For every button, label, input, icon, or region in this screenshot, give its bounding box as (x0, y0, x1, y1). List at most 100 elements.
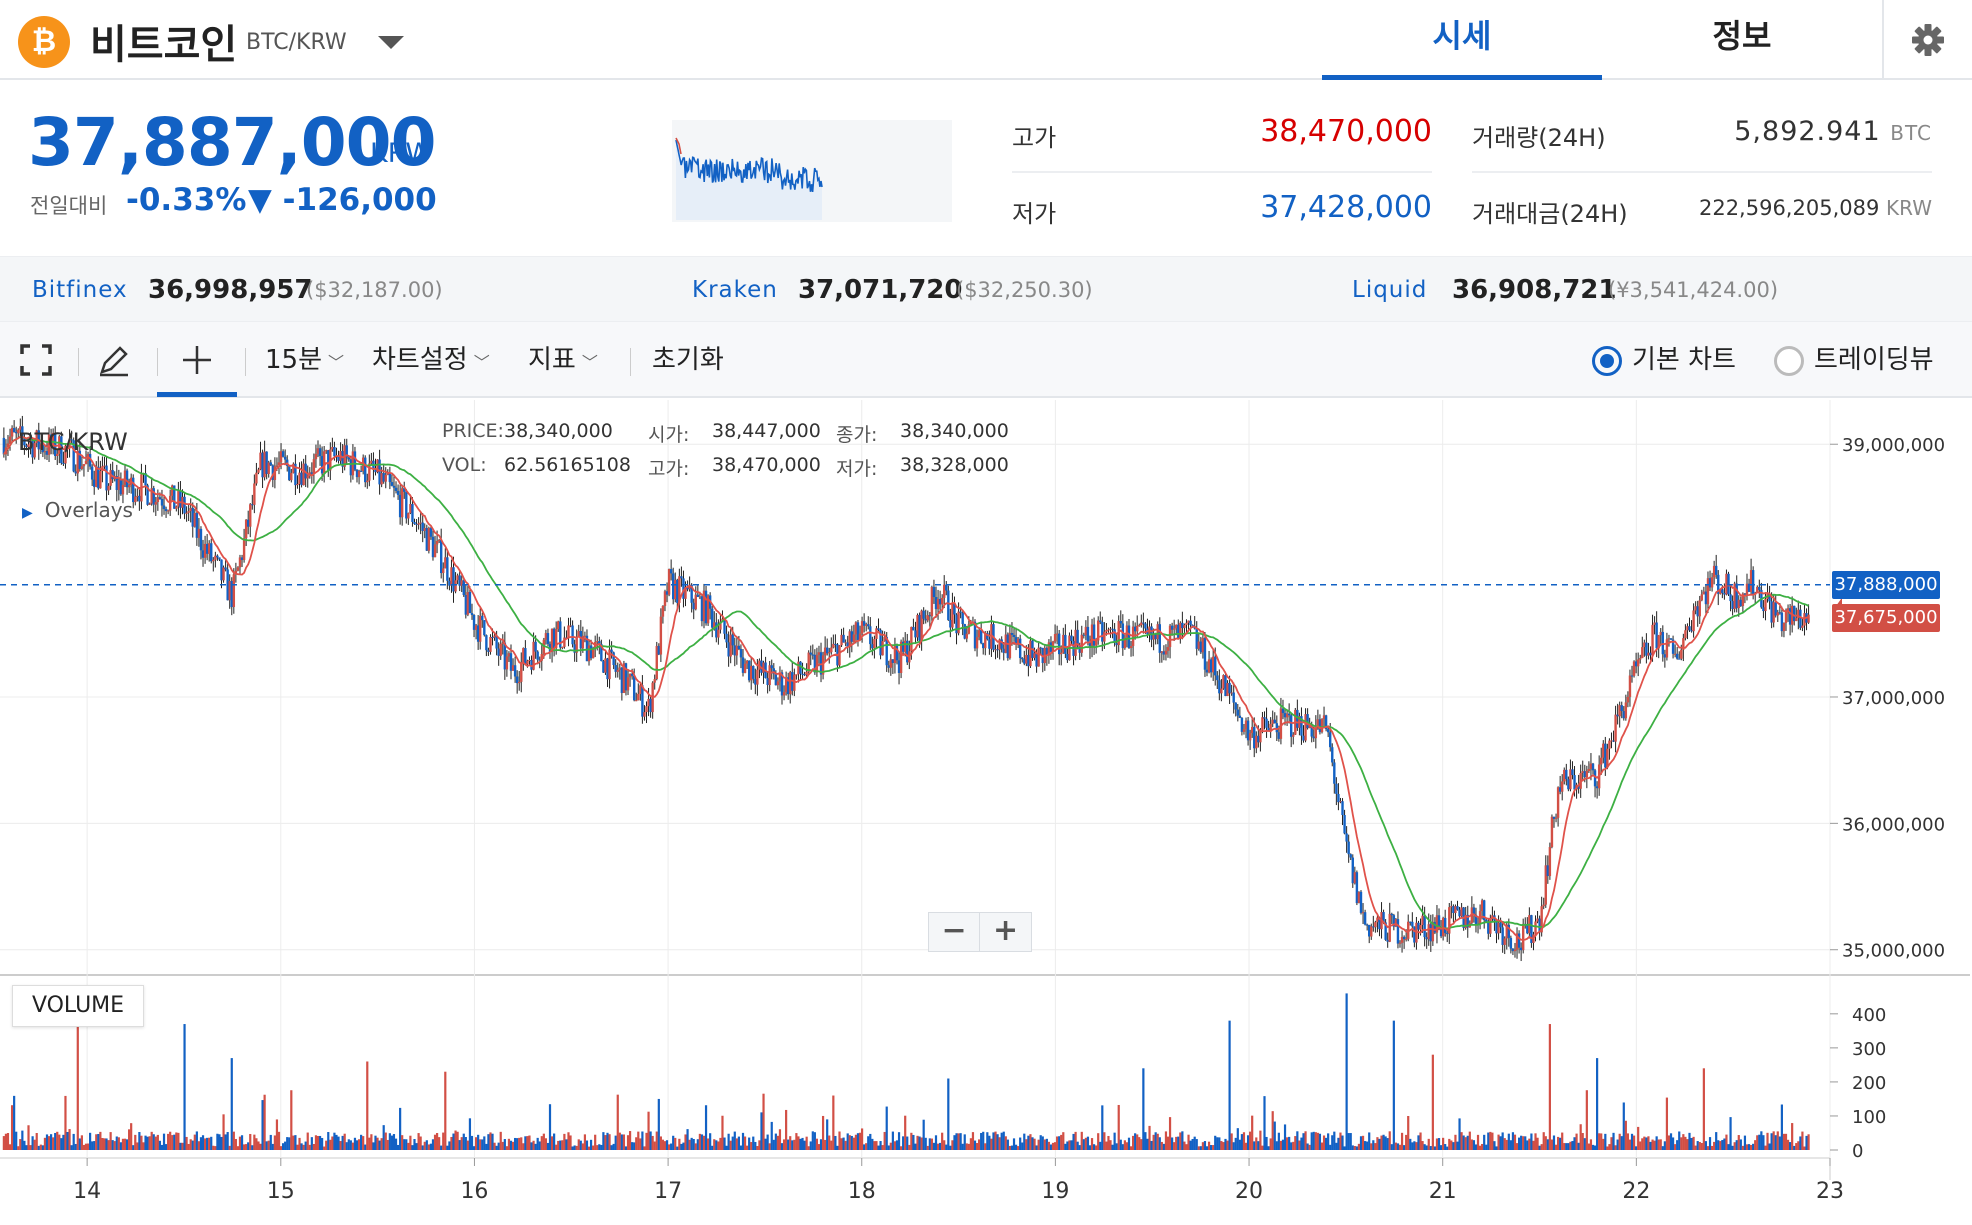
volume-bar (1324, 1137, 1328, 1150)
candle-body (1318, 719, 1322, 733)
candle-body (616, 669, 619, 672)
candle-body (552, 628, 556, 649)
volume-bar (926, 1145, 929, 1150)
volume-bar (587, 1146, 591, 1150)
volume-bar (1008, 1145, 1012, 1150)
candle-body (1312, 736, 1315, 739)
volume-bar (1066, 1141, 1069, 1150)
volume-24h: 5,892.941 BTC (1640, 116, 1932, 147)
tab-quote[interactable]: 시세 (1322, 0, 1602, 80)
zoom-out-button[interactable]: − (929, 913, 981, 951)
candle-body (442, 568, 445, 574)
overlays-toggle[interactable]: ▶ Overlays (22, 498, 133, 522)
candle-body (95, 466, 98, 487)
chart-toolbar: 15분 ﹀ 차트설정 ﹀ 지표 ﹀ 초기화 기본 차트 트레이딩뷰 (0, 322, 1972, 398)
candle-body (257, 469, 260, 473)
coin-select-chevron-down-icon[interactable] (378, 36, 404, 49)
sparkline-chart (672, 120, 952, 222)
volume-bar (536, 1137, 539, 1150)
volume-bar (1764, 1145, 1767, 1150)
volume-bar (167, 1133, 170, 1150)
candle-body (283, 456, 287, 460)
volume-bar (809, 1141, 812, 1150)
volume-bar (1805, 1135, 1808, 1150)
draw-button[interactable] (96, 322, 136, 398)
volume-bar (187, 1143, 190, 1150)
volume-bar (1090, 1138, 1094, 1150)
volume-bar (1556, 1136, 1560, 1150)
volume-bar (72, 1133, 75, 1150)
volume-bar (1029, 1134, 1032, 1150)
volume-bar (569, 1135, 572, 1150)
volume-bar (337, 1136, 340, 1150)
volume-bar (335, 1134, 338, 1150)
volume-bar (19, 1139, 22, 1150)
volume-bar (399, 1107, 402, 1150)
volume-bar (1113, 1132, 1116, 1150)
volume-bar (856, 1133, 860, 1150)
indicators-dropdown[interactable]: 지표 ﹀ (528, 322, 598, 398)
zoom-in-button[interactable]: + (980, 913, 1031, 951)
volume-bar (329, 1139, 332, 1150)
crosshair-button[interactable] (157, 322, 237, 398)
volume-bar (1017, 1146, 1020, 1150)
volume-bar (224, 1134, 227, 1150)
price-chart[interactable]: 14 15 16 17 18 19 20 21 22 2339,000,00037,000,000… (0, 400, 1972, 1225)
basic-chart-label[interactable]: 기본 차트 (1632, 322, 1736, 398)
amount-value: 222,596,205,089 (1698, 196, 1880, 220)
volume-bar (1704, 1141, 1708, 1150)
candle-body (1396, 919, 1400, 944)
volume-bar (117, 1137, 120, 1150)
candle-body (464, 594, 468, 615)
ohlc-high-value: 38,470,000 (712, 454, 821, 476)
volume-bar (1405, 1134, 1408, 1150)
candle-body (390, 482, 394, 486)
volume-bar (1706, 1146, 1710, 1150)
candle-body (105, 465, 108, 491)
volume-bar (1630, 1133, 1634, 1150)
candle-body (1033, 653, 1036, 658)
candle-body (1224, 675, 1227, 697)
candle-body (1762, 607, 1765, 612)
settings-button[interactable] (1882, 0, 1972, 80)
reset-button[interactable]: 초기화 (652, 322, 724, 398)
volume-bar (1417, 1135, 1420, 1150)
fullscreen-button[interactable] (18, 322, 58, 398)
candle-body (789, 672, 792, 695)
volume-bar (183, 1024, 186, 1150)
volume-bar (1596, 1058, 1599, 1150)
volume-bar (1756, 1135, 1759, 1150)
volume-bar (657, 1098, 660, 1150)
candle-body (1690, 630, 1693, 632)
volume-bar (1322, 1135, 1326, 1150)
tab-info[interactable]: 정보 (1602, 0, 1882, 80)
candle-body (458, 575, 461, 586)
volume-bar (1466, 1135, 1469, 1150)
candle-body (1729, 594, 1732, 602)
candle-body (366, 480, 369, 483)
candle-body (1793, 605, 1796, 622)
candle-body (470, 613, 474, 615)
volume-bar (144, 1135, 147, 1150)
candle-body (1343, 815, 1346, 834)
interval-dropdown[interactable]: 15분 ﹀ (265, 322, 344, 398)
chart-settings-dropdown[interactable]: 차트설정 ﹀ (372, 322, 490, 398)
volume-bar (191, 1140, 194, 1150)
candle-body (1696, 606, 1699, 617)
volume-bar (1062, 1132, 1065, 1150)
tradingview-label[interactable]: 트레이딩뷰 (1814, 322, 1934, 398)
candle-body (1138, 625, 1141, 627)
basic-chart-radio[interactable] (1592, 346, 1622, 376)
volume-bar (1694, 1145, 1697, 1150)
volume-bar (468, 1118, 472, 1150)
candle-body (1329, 732, 1332, 748)
tradingview-radio[interactable] (1774, 346, 1804, 376)
volume-bar (600, 1144, 603, 1150)
volume-bar (762, 1093, 765, 1150)
volume-bar (542, 1133, 545, 1150)
volume-bar (1581, 1133, 1584, 1150)
volume-bar (1051, 1142, 1055, 1150)
candle-body (117, 479, 121, 491)
volume-bar (216, 1133, 219, 1150)
candle-body (228, 580, 231, 601)
